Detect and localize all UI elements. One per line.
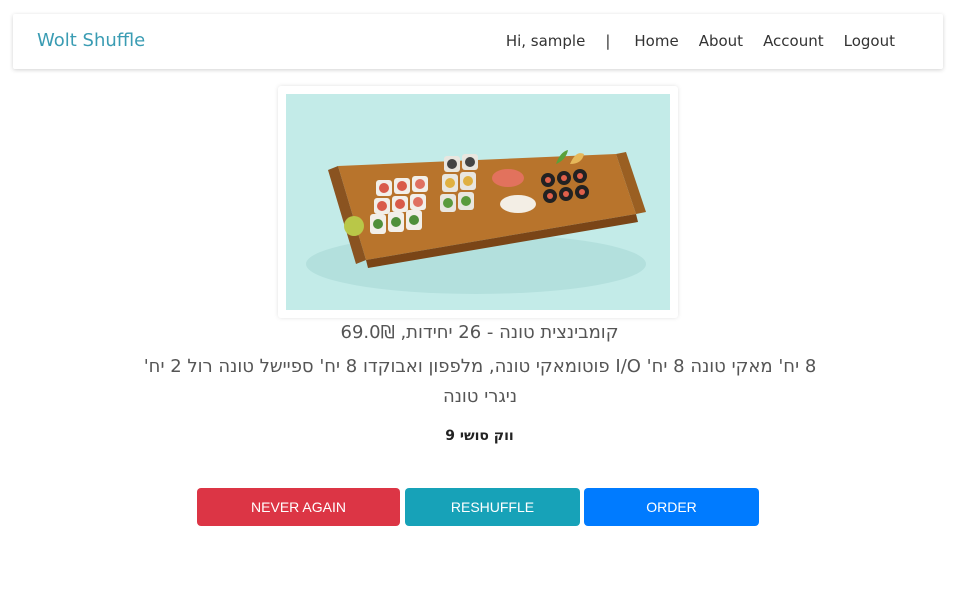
greeting-text: Hi, sample [505, 32, 586, 50]
navbar: Wolt Shuffle Hi, sample | Home About Acc… [13, 14, 943, 69]
dish-image [286, 94, 670, 310]
nav-logout-link[interactable]: Logout [844, 32, 895, 50]
nav-separator: | [605, 32, 611, 50]
order-button[interactable]: ORDER [584, 488, 759, 526]
dish-description: 8 יח' מאקי טונה 8 יח' I/O פוטומאקי טונה,… [143, 356, 817, 407]
brand-link[interactable]: Wolt Shuffle [37, 30, 145, 51]
never-again-button[interactable]: NEVER AGAIN [197, 488, 400, 526]
nav-about-link[interactable]: About [699, 32, 743, 50]
restaurant-name: ווק סושי 9 [445, 428, 514, 444]
reshuffle-button[interactable]: RESHUFFLE [405, 488, 580, 526]
nav-account-link[interactable]: Account [763, 32, 824, 50]
dish-image-card [278, 86, 678, 318]
nav-home-link[interactable]: Home [634, 32, 678, 50]
dish-title: קומבינצית טונה - 26 יחידות, 69.0₪ [340, 322, 619, 343]
nav-links: Hi, sample | Home About Account Logout [506, 32, 895, 50]
